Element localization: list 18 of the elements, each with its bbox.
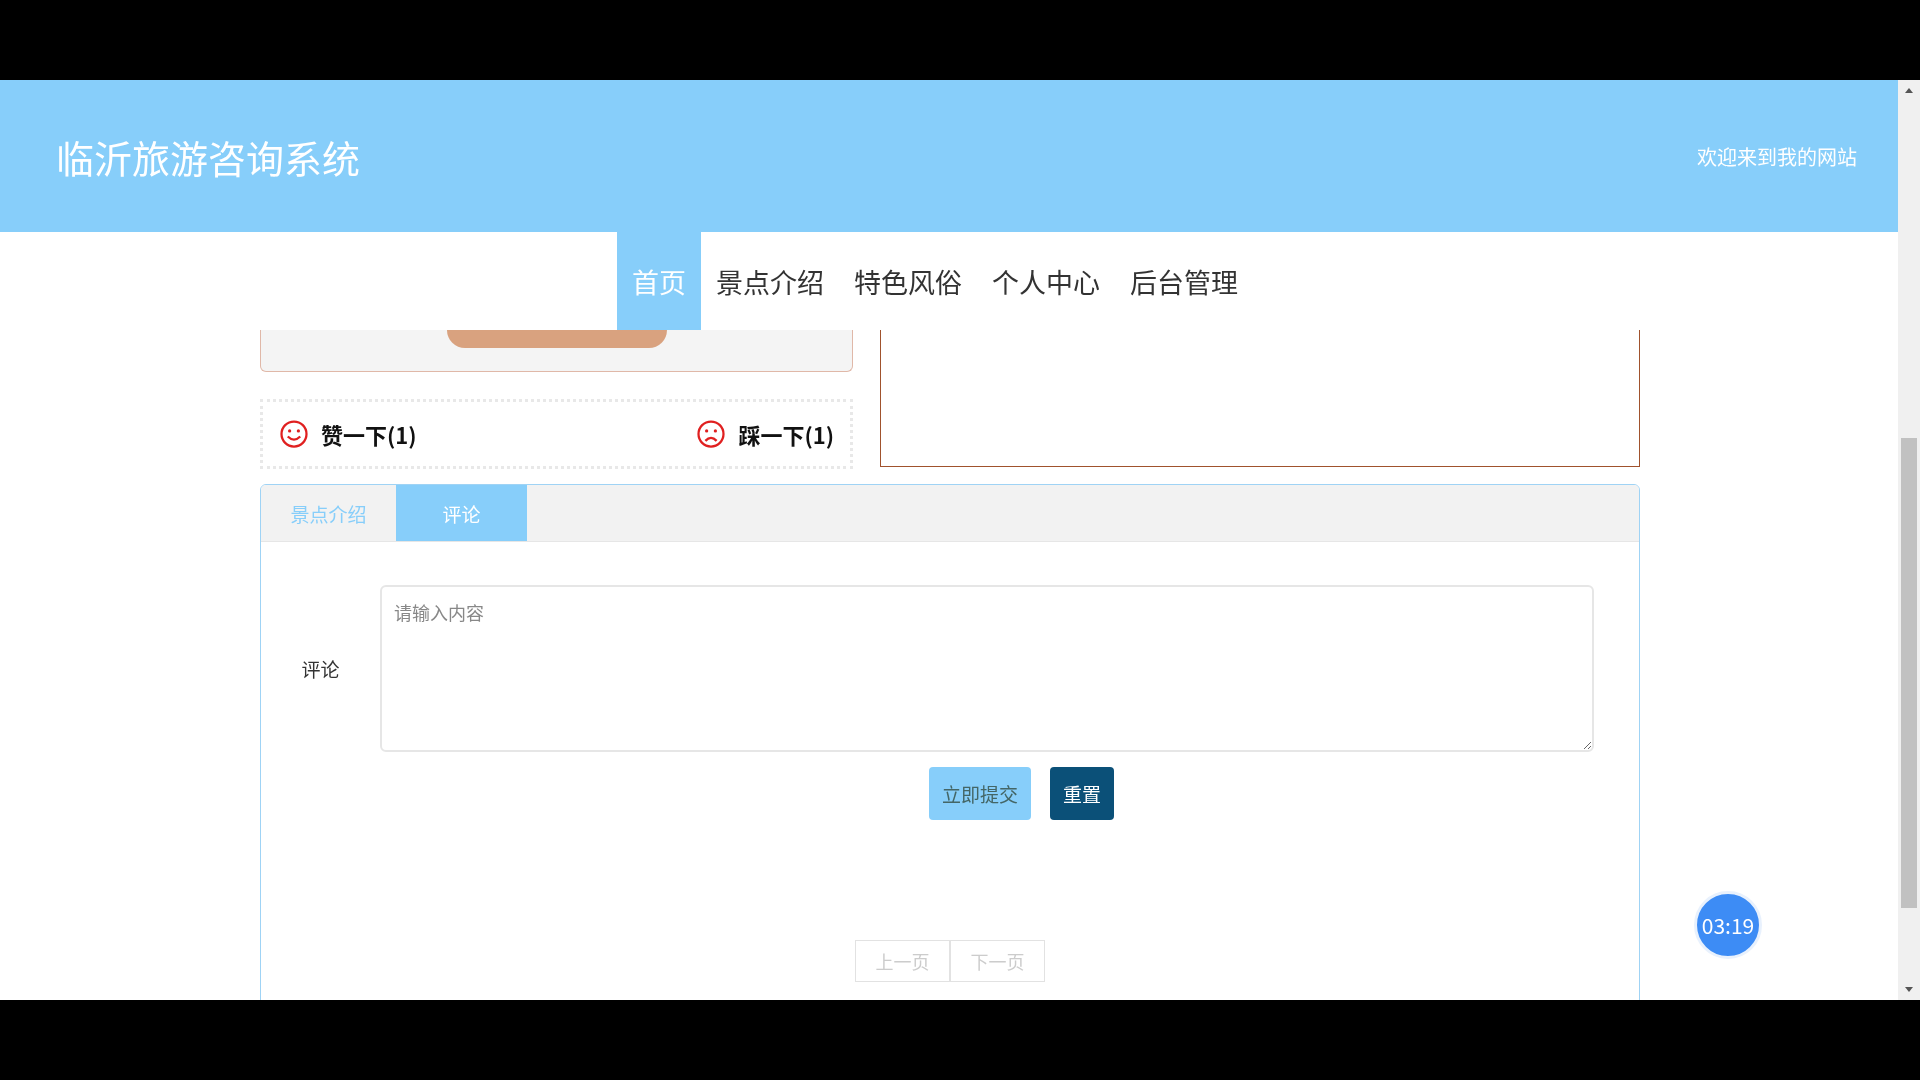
site-title: 临沂旅游咨询系统 bbox=[56, 128, 360, 184]
scrollbar-thumb[interactable] bbox=[1901, 438, 1917, 908]
welcome-text: 欢迎来到我的网站 bbox=[1697, 141, 1857, 171]
nav-link[interactable]: 景点介绍 bbox=[701, 232, 839, 330]
scroll-up-icon[interactable] bbox=[1904, 87, 1914, 93]
smiley-icon[interactable] bbox=[279, 419, 309, 449]
field-label: 评论 bbox=[300, 655, 341, 682]
reset-button[interactable]: 重置 bbox=[1050, 767, 1115, 820]
nav-link[interactable]: 后台管理 bbox=[1115, 232, 1253, 330]
frown-icon[interactable] bbox=[696, 419, 727, 449]
scroll-down-icon[interactable] bbox=[1904, 987, 1914, 993]
nav-link[interactable]: 特色风俗 bbox=[839, 232, 977, 330]
submit-button[interactable]: 立即提交 bbox=[929, 767, 1031, 820]
comment-input-field[interactable]: 请输入内容 bbox=[380, 585, 1594, 752]
like-button[interactable]: 赞一下(1) bbox=[321, 418, 417, 450]
nav-link[interactable]: 个人中心 bbox=[977, 232, 1115, 330]
dislike-button[interactable]: 踩一下(1) bbox=[738, 418, 834, 450]
scrollbar[interactable] bbox=[1898, 80, 1920, 1000]
